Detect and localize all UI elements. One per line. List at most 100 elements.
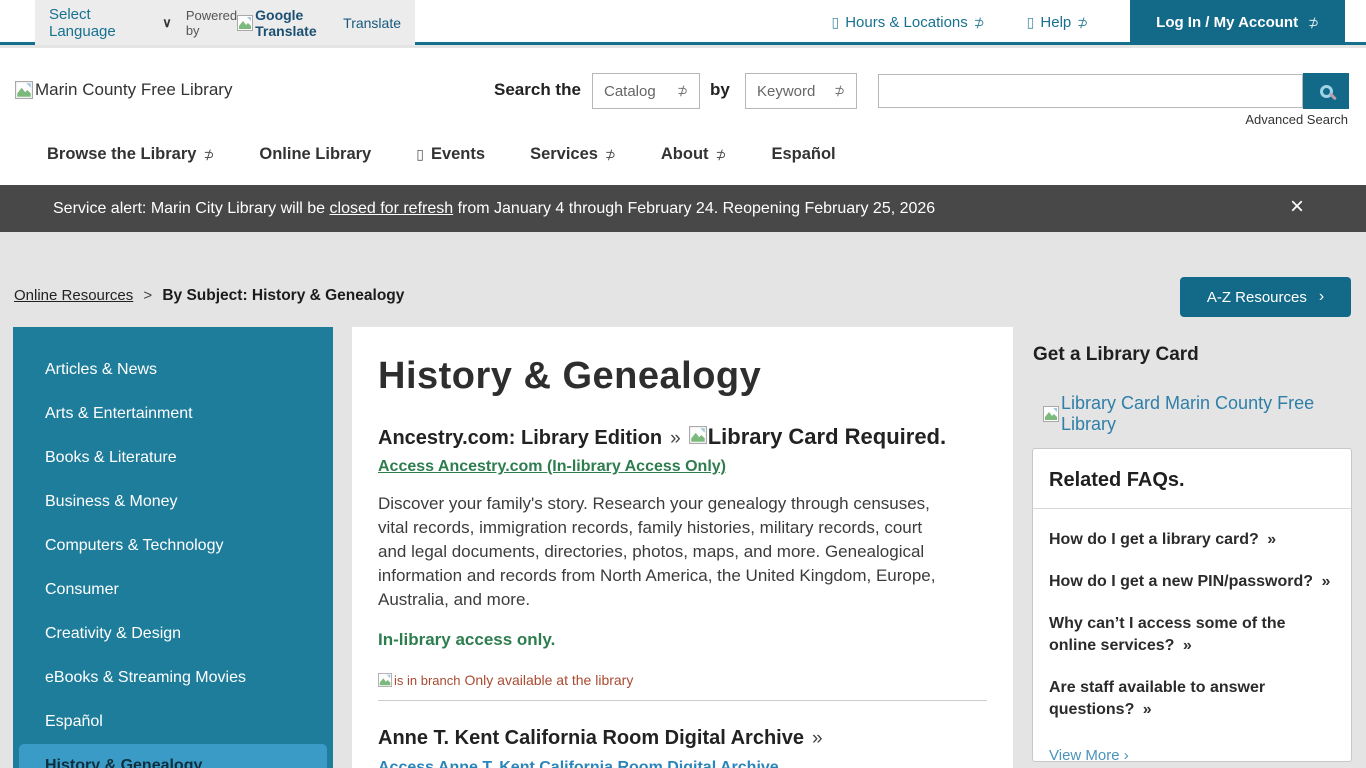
main-content: History & Genealogy Ancestry.com: Librar… — [352, 327, 1013, 768]
external-link-icon: ⊅ — [203, 147, 214, 163]
branch-availability-text: Only available at the library — [464, 672, 633, 688]
login-my-account-button[interactable]: Log In / My Account ⊅ — [1130, 0, 1345, 45]
sidebar-item-computers-technology[interactable]: Computers & Technology — [13, 524, 333, 568]
chevron-right-icon: › — [1319, 288, 1324, 306]
sidebar-item-espanol[interactable]: Español — [13, 700, 333, 744]
select-language-label[interactable]: Select Language — [49, 6, 132, 40]
branch-availability-row: is in branch Only available at the libra… — [378, 672, 987, 688]
breadcrumb-online-resources-link[interactable]: Online Resources — [14, 287, 133, 304]
hours-locations-label: Hours & Locations — [845, 14, 968, 31]
sidebar-item-books-literature[interactable]: Books & Literature — [13, 436, 333, 480]
help-icon: ▯ — [1027, 14, 1035, 31]
faq-pin-password-link[interactable]: How do I get a new PIN/password? » — [1049, 571, 1335, 593]
view-more-link[interactable]: View More › — [1049, 747, 1129, 764]
nav-events[interactable]: ▯ Events — [416, 145, 485, 164]
az-resources-label: A-Z Resources — [1207, 289, 1307, 306]
faq-label: Are staff available to answer questions? — [1049, 679, 1265, 718]
by-label: by — [710, 80, 730, 100]
resource-divider — [378, 700, 987, 701]
double-arrow-icon: » — [1321, 573, 1330, 590]
search-scope-value: Catalog — [604, 83, 656, 100]
alert-closed-for-refresh-link[interactable]: closed for refresh — [330, 200, 454, 217]
breadcrumb-separator: > — [143, 287, 152, 304]
nav-online-library[interactable]: Online Library — [259, 145, 371, 164]
site-logo[interactable]: Marin County Free Library — [15, 80, 232, 100]
get-library-card-heading: Get a Library Card — [1033, 344, 1199, 366]
advanced-search-link[interactable]: Advanced Search — [1245, 112, 1348, 127]
related-faqs-heading: Related FAQs. — [1049, 469, 1335, 508]
nav-label: Browse the Library — [47, 145, 196, 164]
sidebar-item-consumer[interactable]: Consumer — [13, 568, 333, 612]
resource-ancestry-link[interactable]: Ancestry.com: Library Edition — [378, 427, 662, 450]
access-ancestry-link[interactable]: Access Ancestry.com (In-library Access O… — [378, 458, 726, 476]
help-link[interactable]: ▯ Help ⊅ — [1027, 14, 1088, 31]
chevron-down-icon: ∨ — [162, 15, 172, 31]
sidebar-item-business-money[interactable]: Business & Money — [13, 480, 333, 524]
related-faqs-box: Related FAQs. How do I get a library car… — [1032, 448, 1352, 762]
resource-heading-row: Anne T. Kent California Room Digital Arc… — [378, 727, 987, 750]
search-type-select[interactable]: Keyword ⊅ — [745, 73, 857, 109]
az-resources-button[interactable]: A-Z Resources › — [1180, 277, 1351, 317]
select-arrow-icon: ⊅ — [677, 83, 688, 99]
sidebar-item-history-genealogy[interactable]: History & Genealogy — [19, 744, 327, 768]
page-title: History & Genealogy — [378, 355, 987, 398]
translate-link[interactable]: Translate — [343, 15, 401, 31]
faq-online-services-link[interactable]: Why can’t I access some of the online se… — [1049, 613, 1335, 657]
utility-bar: Select Language ∨ Powered by Google Tran… — [0, 0, 1366, 45]
broken-image-icon — [15, 81, 33, 99]
powered-by-label: Powered by — [186, 8, 237, 38]
nav-about[interactable]: About ⊅ — [661, 145, 727, 164]
view-more-label: View More — [1049, 747, 1120, 764]
nav-espanol[interactable]: Español — [771, 145, 835, 164]
breadcrumb-current: By Subject: History & Genealogy — [162, 287, 404, 304]
broken-image-icon — [689, 426, 707, 444]
sidebar-item-arts-entertainment[interactable]: Arts & Entertainment — [13, 392, 333, 436]
in-library-note: In-library access only. — [378, 630, 987, 650]
site-header: Marin County Free Library Search the Cat… — [0, 48, 1366, 185]
nav-label: Español — [771, 145, 835, 164]
access-anne-kent-link[interactable]: Access Anne T. Kent California Room Digi… — [378, 759, 779, 768]
library-card-link[interactable]: Library Card Marin County Free Library — [1043, 393, 1366, 435]
branch-icon-alt: is in branch — [378, 673, 460, 688]
logo-alt-text: Marin County Free Library — [35, 80, 232, 100]
external-link-icon: ⊅ — [716, 147, 727, 163]
badge-alt-text: Library Card Required. — [708, 424, 946, 450]
broken-image-icon — [1043, 406, 1059, 422]
nav-services[interactable]: Services ⊅ — [530, 145, 616, 164]
double-arrow-icon: » — [1267, 531, 1276, 548]
faq-library-card-link[interactable]: How do I get a library card? » — [1049, 529, 1335, 551]
google-translate-alt-text: Google Translate — [255, 7, 339, 39]
nav-label: Events — [431, 145, 485, 164]
nav-label: About — [661, 145, 709, 164]
faq-staff-questions-link[interactable]: Are staff available to answer questions?… — [1049, 677, 1335, 721]
language-selector[interactable]: Select Language ∨ Powered by Google Tran… — [35, 0, 415, 45]
page: Select Language ∨ Powered by Google Tran… — [0, 0, 1366, 768]
faq-label: How do I get a new PIN/password? — [1049, 573, 1313, 590]
sidebar-item-ebooks-streaming[interactable]: eBooks & Streaming Movies — [13, 656, 333, 700]
external-link-icon: ⊅ — [1077, 15, 1088, 31]
search-button[interactable] — [1303, 73, 1349, 109]
nav-label: Online Library — [259, 145, 371, 164]
external-link-icon: ⊅ — [605, 147, 616, 163]
double-arrow-icon: » — [812, 728, 823, 750]
hours-locations-link[interactable]: ▯ Hours & Locations ⊅ — [831, 14, 984, 31]
login-label: Log In / My Account — [1156, 14, 1298, 31]
faq-label: Why can’t I access some of the online se… — [1049, 615, 1286, 654]
sidebar-item-articles-news[interactable]: Articles & News — [13, 348, 333, 392]
search-icon — [1320, 85, 1333, 98]
broken-image-icon — [237, 15, 253, 31]
resource-anne-kent-link[interactable]: Anne T. Kent California Room Digital Arc… — [378, 727, 804, 750]
alert-text: Service alert: Marin City Library will b… — [53, 200, 935, 218]
close-icon[interactable]: × — [1290, 195, 1304, 219]
nav-browse-the-library[interactable]: Browse the Library ⊅ — [47, 145, 214, 164]
search-type-value: Keyword — [757, 83, 815, 100]
search-input[interactable] — [878, 74, 1303, 108]
sidebar-item-creativity-design[interactable]: Creativity & Design — [13, 612, 333, 656]
faq-divider — [1033, 508, 1351, 509]
search-scope-select[interactable]: Catalog ⊅ — [592, 73, 700, 109]
search-the-label: Search the — [494, 80, 581, 100]
subject-sidebar: Articles & News Arts & Entertainment Boo… — [13, 327, 333, 768]
double-arrow-icon: » — [1143, 701, 1152, 718]
library-card-alt-text: Library Card Marin County Free Library — [1061, 393, 1366, 435]
alert-text-suffix: from January 4 through February 24. Reop… — [453, 200, 935, 217]
